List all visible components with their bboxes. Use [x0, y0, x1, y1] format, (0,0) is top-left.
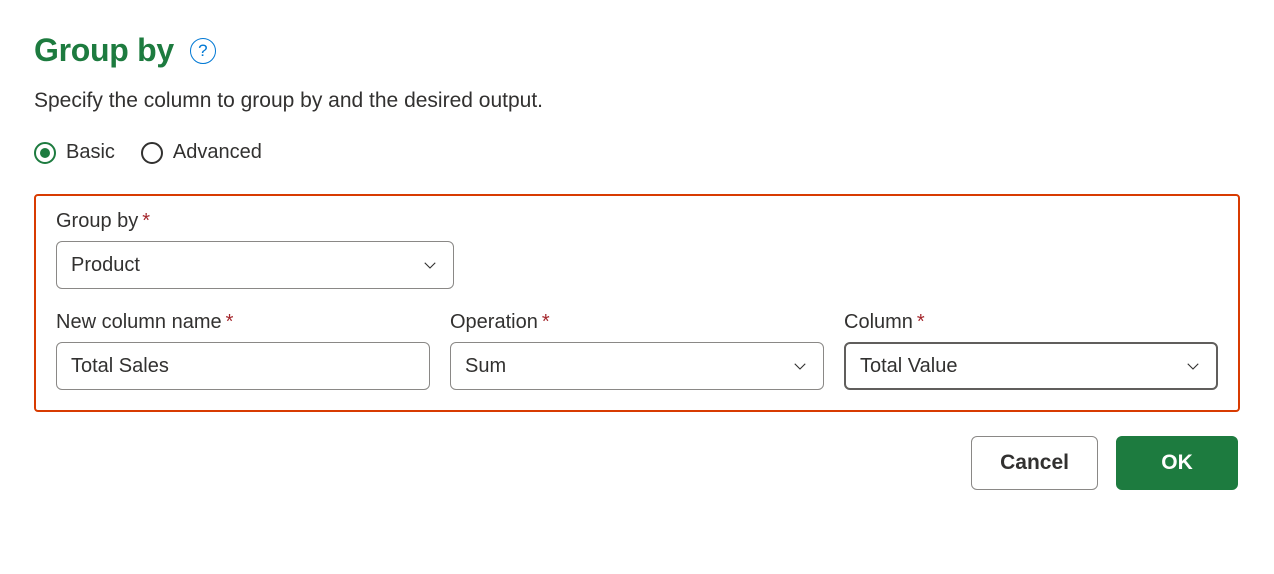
radio-circle-icon [34, 142, 56, 164]
chevron-down-icon [421, 256, 439, 274]
groupby-label: Group by* [56, 210, 1218, 233]
radio-circle-icon [141, 142, 163, 164]
radio-advanced[interactable]: Advanced [141, 141, 262, 164]
column-label: Column* [844, 311, 1218, 334]
radio-basic[interactable]: Basic [34, 141, 115, 164]
chevron-down-icon [791, 357, 809, 375]
radio-advanced-label: Advanced [173, 141, 262, 164]
help-icon[interactable]: ? [190, 38, 216, 64]
groupby-dropdown[interactable]: Product [56, 241, 454, 289]
dialog-title: Group by [34, 32, 174, 69]
new-column-name-label: New column name* [56, 311, 430, 334]
cancel-button[interactable]: Cancel [971, 436, 1098, 490]
operation-label: Operation* [450, 311, 824, 334]
form-highlight-box: Group by* Product New column name* Total… [34, 194, 1240, 412]
mode-radio-group: Basic Advanced [34, 141, 1240, 164]
dialog-subtitle: Specify the column to group by and the d… [34, 89, 1240, 113]
new-column-name-input[interactable]: Total Sales [56, 342, 430, 390]
operation-dropdown[interactable]: Sum [450, 342, 824, 390]
chevron-down-icon [1184, 357, 1202, 375]
radio-basic-label: Basic [66, 141, 115, 164]
column-dropdown[interactable]: Total Value [844, 342, 1218, 390]
dialog-footer: Cancel OK [34, 436, 1240, 490]
ok-button[interactable]: OK [1116, 436, 1238, 490]
